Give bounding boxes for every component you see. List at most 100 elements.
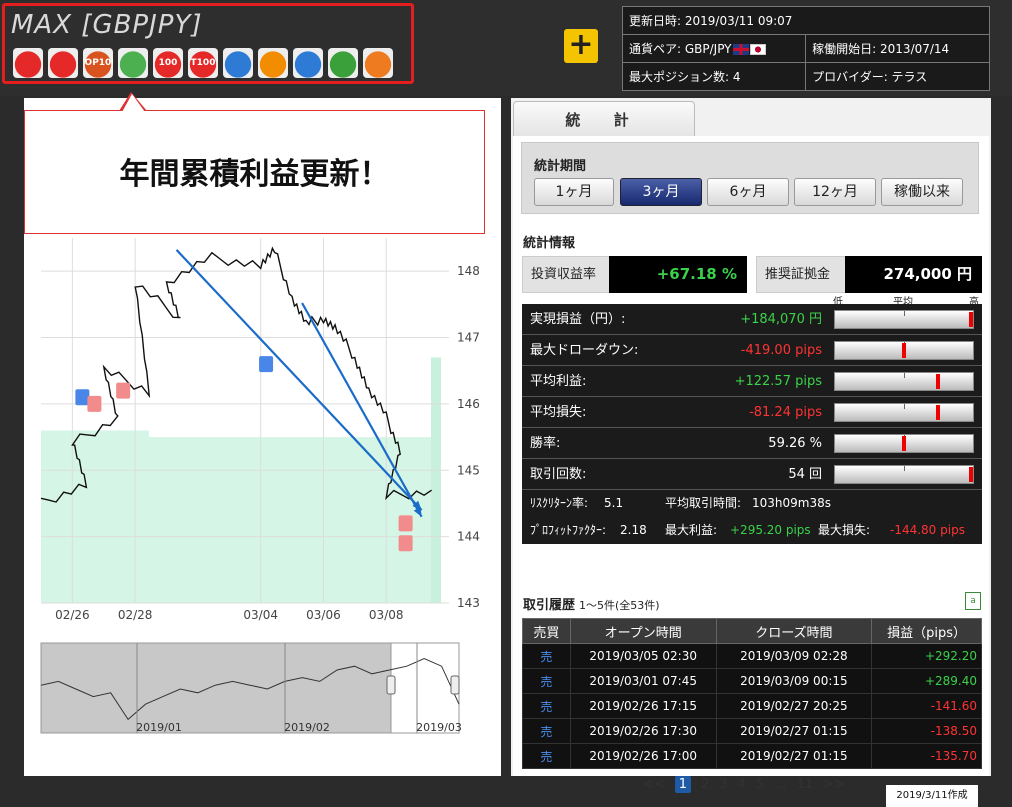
history-cell-side: 売 — [522, 668, 571, 694]
apple-smile-icon[interactable] — [13, 48, 43, 78]
history-range: 1〜5件(全53件) — [579, 599, 660, 612]
gauge-marker — [935, 405, 940, 420]
gauge-marker — [935, 374, 940, 389]
history-col-header: 売買 — [522, 618, 571, 644]
x-tick-label: 02/26 — [55, 608, 90, 622]
risk-return-value: 5.1 — [604, 496, 624, 510]
history-header-row: 売買 オープン時間 クローズ時間 損益（pips） — [522, 618, 982, 644]
pager-ellipsis[interactable]: ... — [774, 777, 786, 792]
updated-at: 更新日時: 2019/03/11 09:07 — [622, 6, 990, 35]
tab-stats[interactable]: 統 計 — [513, 101, 695, 137]
created-date: 2019/3/11作成 — [886, 785, 978, 807]
metric-row: 平均利益: +122.57 pips — [522, 366, 982, 397]
period-selector: 統計期間 1ヶ月 3ヶ月 6ヶ月 12ヶ月 稼働以来 — [521, 142, 979, 214]
add-favorite-button[interactable]: + — [564, 29, 598, 63]
trade-history-table: 売買 オープン時間 クローズ時間 損益（pips） 売 2019/03/05 02:30… — [522, 618, 982, 769]
callout-tail-inner — [122, 94, 145, 112]
top100-icon[interactable]: TOP100 — [83, 48, 113, 78]
start-date: 稼働開始日: 2013/07/14 — [805, 34, 990, 63]
table-row[interactable]: 売 2019/02/26 17:15 2019/02/27 20:25 -141.60 — [522, 693, 982, 719]
history-cell-open: 2019/02/26 17:30 — [569, 718, 717, 744]
excel-export-icon[interactable]: a — [965, 592, 981, 610]
pagination: << 1 2 3 4 5... 11 >> — [643, 776, 845, 793]
metrics-table: 実現損益（円）: +184,070 円最大ドローダウン: -419.00 pips 平… — [522, 304, 982, 544]
pager-prev[interactable]: << — [643, 777, 665, 792]
table-row[interactable]: 売 2019/02/26 17:30 2019/02/27 01:15 -138.50 — [522, 718, 982, 744]
table-row[interactable]: 売 2019/03/05 02:30 2019/03/09 02:28 +292.20 — [522, 643, 982, 669]
currency-pair-text: 通貨ペア: GBP/JPY — [629, 42, 732, 56]
roi-value: +67.18 % — [609, 256, 747, 293]
pager-page-2[interactable]: 2 — [701, 777, 709, 792]
period-button-1[interactable]: 3ヶ月 — [620, 178, 702, 206]
margin-band — [149, 437, 431, 603]
metric-label: 最大ドローダウン: — [530, 343, 639, 358]
metric-label: 平均利益: — [530, 374, 587, 389]
pager-page-1[interactable]: 1 — [674, 776, 692, 793]
metric-label: 取引回数: — [530, 467, 587, 482]
history-body: 売 2019/03/05 02:30 2019/03/09 02:28 +292.20… — [522, 643, 982, 769]
metric-gauge — [834, 465, 974, 484]
metric-gauge — [834, 403, 974, 422]
trade-marker-icon — [87, 395, 102, 412]
navigator-window — [390, 642, 460, 734]
table-row[interactable]: 売 2019/03/01 07:45 2019/03/09 00:15 +289.40 — [522, 668, 982, 694]
metric-gauge — [834, 341, 974, 360]
rocket-icon[interactable] — [118, 48, 148, 78]
jp-flag-icon — [749, 44, 766, 55]
history-cell-pl: +289.40 — [871, 668, 982, 694]
history-cell-close: 2019/02/27 01:15 — [715, 743, 873, 769]
gauge-mid-tick — [904, 466, 905, 471]
gauge-marker — [969, 467, 973, 482]
profit-factor-value: 2.18 — [620, 523, 647, 537]
stats-info-heading: 統計情報 — [523, 236, 576, 251]
target-icon[interactable] — [363, 48, 393, 78]
swap-arrows-icon[interactable] — [293, 48, 323, 78]
metric-gauge — [834, 310, 974, 329]
metric-gauge — [834, 434, 974, 453]
history-cell-pl: -141.60 — [871, 693, 982, 719]
y-tick-label: 146 — [457, 397, 480, 411]
period-button-3[interactable]: 12ヶ月 — [794, 178, 876, 206]
metric-gauge — [834, 372, 974, 391]
margin-label: 推奨証拠金 — [756, 256, 846, 293]
top-bar: MAX [GBPJPY] TOP100 100T100 + 更新日時: 2019/… — [0, 0, 1012, 96]
t100-icon[interactable]: T100 — [188, 48, 218, 78]
y-tick-label: 145 — [457, 463, 480, 477]
history-col-header: 損益（pips） — [871, 618, 982, 644]
strategy-title: MAX [GBPJPY] — [11, 10, 203, 40]
tree-icon[interactable] — [328, 48, 358, 78]
history-cell-side: 売 — [522, 643, 571, 669]
history-cell-close: 2019/02/27 01:15 — [715, 718, 873, 744]
popular100-icon[interactable]: 100 — [153, 48, 183, 78]
gauge-mid-tick — [904, 373, 905, 378]
pager-page-5[interactable]: 5 — [756, 777, 764, 792]
metric-label: 平均損失: — [530, 405, 587, 420]
history-col-header: オープン時間 — [569, 618, 717, 644]
x-tick-label: 03/04 — [243, 608, 278, 622]
orange-ball-icon[interactable] — [258, 48, 288, 78]
history-cell-open: 2019/02/26 17:00 — [569, 743, 717, 769]
metric-value: +122.57 pips — [734, 374, 822, 389]
history-cell-open: 2019/03/05 02:30 — [569, 643, 717, 669]
table-row[interactable]: 売 2019/02/26 17:00 2019/02/27 01:15 -135.70 — [522, 743, 982, 769]
pager-page-4[interactable]: 4 — [738, 777, 746, 792]
pager-last[interactable]: 11 — [797, 777, 814, 792]
period-button-4[interactable]: 稼働以来 — [881, 178, 963, 206]
metric-row: 取引回数: 54 回 — [522, 459, 982, 490]
pager-page-3[interactable]: 3 — [719, 777, 727, 792]
history-cell-open: 2019/02/26 17:15 — [569, 693, 717, 719]
provider: プロバイダー: テラス — [805, 62, 990, 91]
pager-next[interactable]: >> — [823, 777, 845, 792]
period-button-2[interactable]: 6ヶ月 — [707, 178, 789, 206]
history-cell-close: 2019/02/27 20:25 — [715, 693, 873, 719]
metric-value: -81.24 pips — [749, 405, 822, 420]
period-label: 統計期間 — [534, 159, 587, 174]
period-button-0[interactable]: 1ヶ月 — [534, 178, 614, 206]
history-cell-open: 2019/03/01 07:45 — [569, 668, 717, 694]
gauge-mid-tick — [904, 311, 905, 316]
metric-row: 勝率: 59.26 % — [522, 428, 982, 459]
uk-flag-icon — [732, 44, 749, 55]
smile-icon[interactable] — [48, 48, 78, 78]
beginner-leaf-icon[interactable] — [223, 48, 253, 78]
trade-marker-icon — [398, 515, 413, 532]
